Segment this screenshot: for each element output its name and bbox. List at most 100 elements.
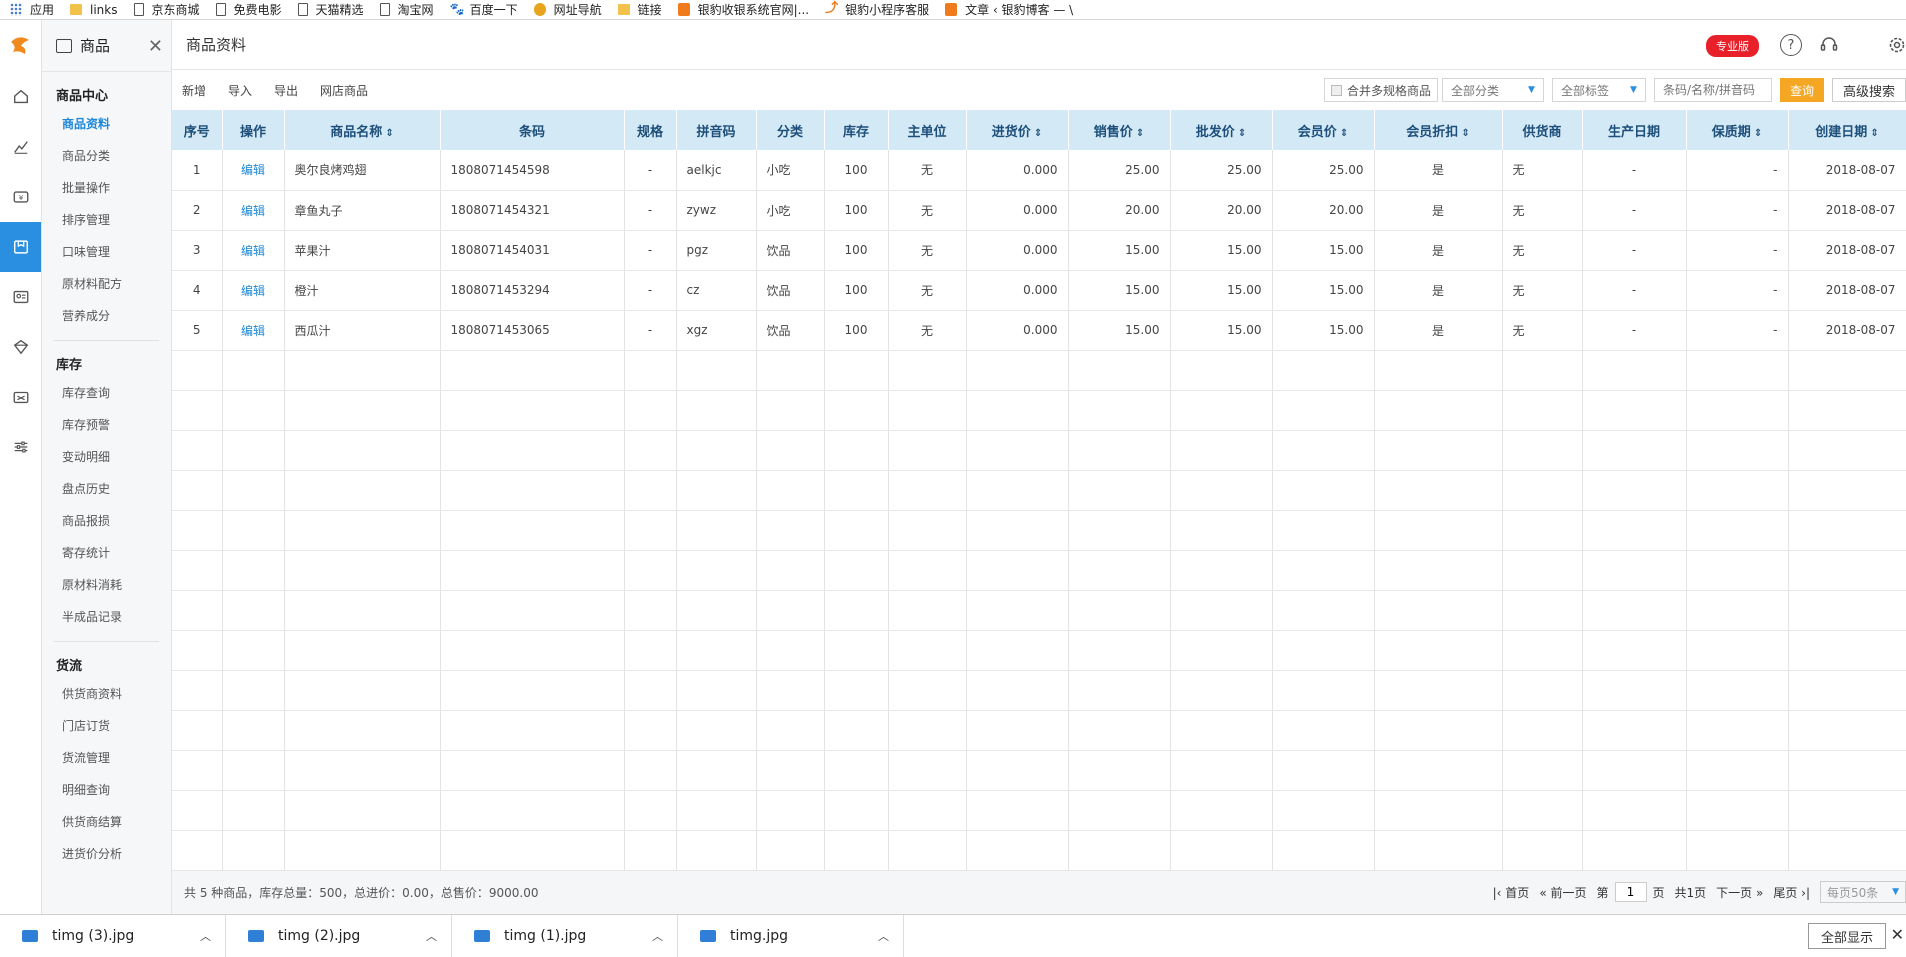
sidebar-item[interactable]: 商品报损 [42, 505, 171, 537]
column-header[interactable]: 会员价 ⇕ [1272, 110, 1375, 150]
sidebar-item[interactable]: 排序管理 [42, 204, 171, 236]
empty-cell [1582, 510, 1687, 551]
headset-icon[interactable] [1818, 34, 1840, 56]
sidebar-item[interactable]: 变动明细 [42, 441, 171, 473]
page-number-input[interactable] [1614, 882, 1647, 902]
download-item[interactable]: timg.jpg ︿ [678, 914, 904, 957]
help-icon[interactable]: ? [1780, 34, 1802, 56]
product-icon[interactable] [0, 222, 41, 272]
bookmark-item[interactable]: 天猫精选 [297, 1, 364, 18]
sidebar-item[interactable]: 库存查询 [42, 377, 171, 409]
edit-link[interactable]: 编辑 [222, 190, 285, 231]
sidebar-item[interactable]: 原材料配方 [42, 268, 171, 300]
sidebar-item[interactable]: 供货商结算 [42, 806, 171, 838]
bookmark-item[interactable]: 网址导航 [533, 1, 602, 18]
bookmark-item[interactable]: 银豹收银系统官网|... [677, 1, 809, 18]
download-item[interactable]: timg (1).jpg ︿ [452, 914, 678, 957]
sidebar-item[interactable]: 供货商资料 [42, 678, 171, 710]
chart-icon[interactable] [0, 122, 41, 172]
sidebar-item[interactable]: 进货价分析 [42, 838, 171, 870]
checkbox-box[interactable] [1330, 84, 1342, 96]
sidebar-item[interactable]: 商品分类 [42, 140, 171, 172]
sidebar-item[interactable]: 盘点历史 [42, 473, 171, 505]
column-header[interactable]: 进货价 ⇕ [966, 110, 1069, 150]
chevron-up-icon[interactable]: ︿ [878, 928, 889, 944]
sidebar-item[interactable]: 明细查询 [42, 774, 171, 806]
sort-icon[interactable]: ⇕ [385, 128, 393, 139]
folder-icon [70, 4, 83, 15]
money-icon[interactable]: ¥ [0, 172, 41, 222]
column-header[interactable]: 商品名称 ⇕ [284, 110, 441, 150]
bookmark-item[interactable]: 京东商城 [133, 1, 200, 18]
bookmark-item[interactable]: 链接 [617, 1, 662, 18]
close-icon[interactable]: ✕ [1891, 925, 1904, 944]
sidebar-item[interactable]: 营养成分 [42, 300, 171, 332]
gear-icon[interactable] [1886, 34, 1906, 56]
edit-link[interactable]: 编辑 [222, 150, 285, 191]
sidebar-item[interactable]: 原材料消耗 [42, 569, 171, 601]
page-size-select[interactable]: 每页50条 ▼ [1820, 881, 1906, 903]
sidebar-item[interactable]: 货流管理 [42, 742, 171, 774]
logo-icon[interactable] [0, 20, 41, 72]
sidebar-item[interactable]: 批量操作 [42, 172, 171, 204]
bookmark-item[interactable]: 🐾 百度一下 [450, 1, 518, 18]
column-header[interactable]: 保质期 ⇕ [1686, 110, 1789, 150]
member-icon[interactable] [0, 272, 41, 322]
show-all-downloads-button[interactable]: 全部显示 [1807, 923, 1886, 949]
settings-sliders-icon[interactable] [0, 422, 41, 472]
prev-page-link[interactable]: « 前一页 [1539, 884, 1586, 901]
sidebar-item[interactable]: 寄存统计 [42, 537, 171, 569]
sort-icon[interactable]: ⇕ [1754, 128, 1762, 139]
category-select[interactable]: 全部分类 ▼ [1441, 78, 1544, 102]
sort-icon[interactable]: ⇕ [1238, 128, 1246, 139]
home-icon[interactable] [0, 72, 41, 122]
search-input[interactable] [1653, 78, 1772, 102]
sort-icon[interactable]: ⇕ [1870, 128, 1878, 139]
download-item[interactable]: timg (2).jpg ︿ [226, 914, 452, 957]
bookmark-item[interactable]: 淘宝网 [379, 1, 434, 18]
bookmark-item[interactable]: ⤴ 银豹小程序客服 [825, 1, 929, 18]
bookmark-item[interactable]: links [70, 3, 118, 17]
tag-select[interactable]: 全部标签 ▼ [1551, 78, 1646, 102]
sort-icon[interactable]: ⇕ [1340, 128, 1348, 139]
download-item[interactable]: timg (3).jpg ︿ [0, 914, 226, 957]
bookmark-item[interactable]: 免费电影 [215, 1, 282, 18]
empty-cell [1686, 590, 1789, 631]
merge-variants-checkbox[interactable]: 合并多规格商品 [1323, 78, 1438, 102]
chevron-up-icon[interactable]: ︿ [652, 928, 663, 944]
sort-icon[interactable]: ⇕ [1034, 128, 1042, 139]
close-icon[interactable]: ✕ [148, 36, 163, 57]
sidebar-item[interactable]: 库存预警 [42, 409, 171, 441]
toolbar-action[interactable]: 导出 [274, 82, 298, 99]
column-header[interactable]: 创建日期 ⇕ [1788, 110, 1906, 150]
table-cell: zywz [676, 190, 757, 231]
next-page-link[interactable]: 下一页 » [1716, 884, 1763, 901]
edit-link[interactable]: 编辑 [222, 230, 285, 271]
sort-icon[interactable]: ⇕ [1136, 128, 1144, 139]
promo-icon[interactable] [0, 372, 41, 422]
toolbar-action[interactable]: 新增 [182, 82, 206, 99]
edit-link[interactable]: 编辑 [222, 270, 285, 311]
bookmark-item[interactable]: 文章 ‹ 银豹博客 — \ [945, 1, 1073, 18]
sidebar-item[interactable]: 门店订货 [42, 710, 171, 742]
chevron-up-icon[interactable]: ︿ [426, 928, 437, 944]
advanced-search-button[interactable]: 高级搜索 [1831, 78, 1906, 102]
bookmark-item[interactable]: 应用 [10, 1, 54, 18]
sort-icon[interactable]: ⇕ [1461, 128, 1469, 139]
column-header[interactable]: 会员折扣 ⇕ [1374, 110, 1503, 150]
sidebar-item[interactable]: 半成品记录 [42, 601, 171, 633]
last-page-link[interactable]: 尾页 ›| [1773, 884, 1810, 901]
column-header[interactable]: 销售价 ⇕ [1068, 110, 1171, 150]
gift-icon[interactable] [0, 322, 41, 372]
edit-link[interactable]: 编辑 [222, 310, 285, 351]
sidebar-item[interactable]: 商品资料 [42, 108, 171, 140]
toolbar-action[interactable]: 网店商品 [320, 82, 368, 99]
empty-cell [888, 550, 967, 591]
empty-cell [966, 550, 1069, 591]
column-header[interactable]: 批发价 ⇕ [1170, 110, 1273, 150]
toolbar-action[interactable]: 导入 [228, 82, 252, 99]
chevron-up-icon[interactable]: ︿ [200, 928, 211, 944]
first-page-link[interactable]: |‹ 首页 [1493, 884, 1530, 901]
query-button[interactable]: 查询 [1779, 78, 1824, 102]
sidebar-item[interactable]: 口味管理 [42, 236, 171, 268]
